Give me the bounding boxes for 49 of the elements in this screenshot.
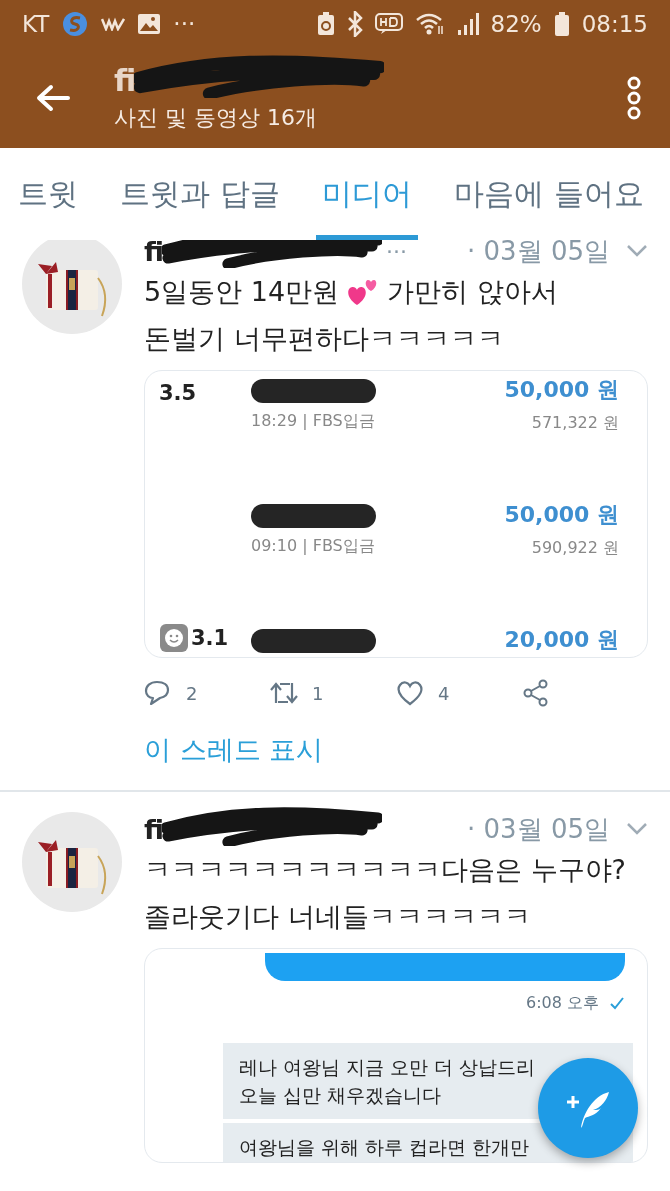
transaction-amount: 50,000 원 (504, 376, 619, 404)
tweet-text: 5일동안 14만원 (144, 274, 340, 309)
image-icon (137, 13, 162, 35)
transaction-detail: 09:10 | FBS입금 (251, 536, 376, 557)
more-menu-button[interactable] (626, 76, 642, 120)
profile-tab[interactable]: 미디어 (316, 148, 419, 240)
transaction-amount: 20,000 원 (504, 626, 619, 654)
message-text: 레나 여왕님 지금 오만 더 상납드리 (239, 1055, 536, 1080)
transaction-date: 3.1 (191, 626, 229, 650)
bluetooth-icon (346, 11, 363, 37)
account-balance: 571,322 원 (531, 413, 619, 434)
reply-button[interactable]: 2 (144, 679, 270, 707)
back-button[interactable] (36, 84, 70, 112)
app-icon (101, 17, 126, 31)
battery-saver-icon (316, 12, 335, 36)
app-icon (61, 10, 90, 38)
tweet-text: 졸라웃기다 너네들ㅋㅋㅋㅋㅋㅋ (144, 899, 531, 934)
hd-icon (374, 13, 403, 35)
show-thread-link[interactable]: 이 스레드 표시 (144, 732, 324, 772)
wifi-icon (414, 12, 445, 36)
reply-icon (144, 679, 172, 707)
smiley-icon (159, 623, 189, 653)
profile-tab[interactable]: 트윗 (12, 148, 84, 240)
tweet-text: 가만히 앉아서 (387, 274, 558, 309)
signal-icon (456, 12, 479, 36)
transaction-date: 3.5 (159, 381, 197, 405)
transaction-detail: 18:29 | FBS입금 (251, 411, 376, 432)
tweet-text: 돈벌기 너무편하다ㅋㅋㅋㅋㅋ (144, 321, 504, 356)
share-icon (522, 679, 550, 707)
heart-icon (396, 679, 424, 707)
clock-time: 08:15 (581, 11, 648, 37)
account-balance: 590,922 원 (531, 538, 619, 559)
message-time: 6:08 오후 (526, 992, 599, 1014)
retweet-button[interactable]: 1 (270, 679, 396, 707)
transaction-amount: 50,000 원 (504, 501, 619, 529)
ellipsis: ··· (386, 238, 407, 264)
carrier-name: KT (22, 11, 50, 37)
message-text: 오늘 십만 채우겠습니다 (239, 1083, 442, 1108)
check-icon (609, 996, 625, 1010)
battery-percent: 82% (490, 11, 542, 37)
tweet-date: · 03월 05일 (467, 812, 610, 846)
tweet-text: ㅋㅋㅋㅋㅋㅋㅋㅋㅋㅋㅋ다음은 누구야? (144, 852, 626, 887)
more-notifications: ··· (173, 11, 196, 37)
user-name: fi (144, 813, 164, 845)
media-count: 사진 및 동영상 16개 (114, 104, 318, 132)
message-text: 여왕님을 위해 하루 컵라면 한개만 (239, 1135, 530, 1160)
battery-icon (553, 11, 570, 37)
profile-name: fi (114, 62, 137, 98)
like-button[interactable]: 4 (396, 679, 522, 707)
